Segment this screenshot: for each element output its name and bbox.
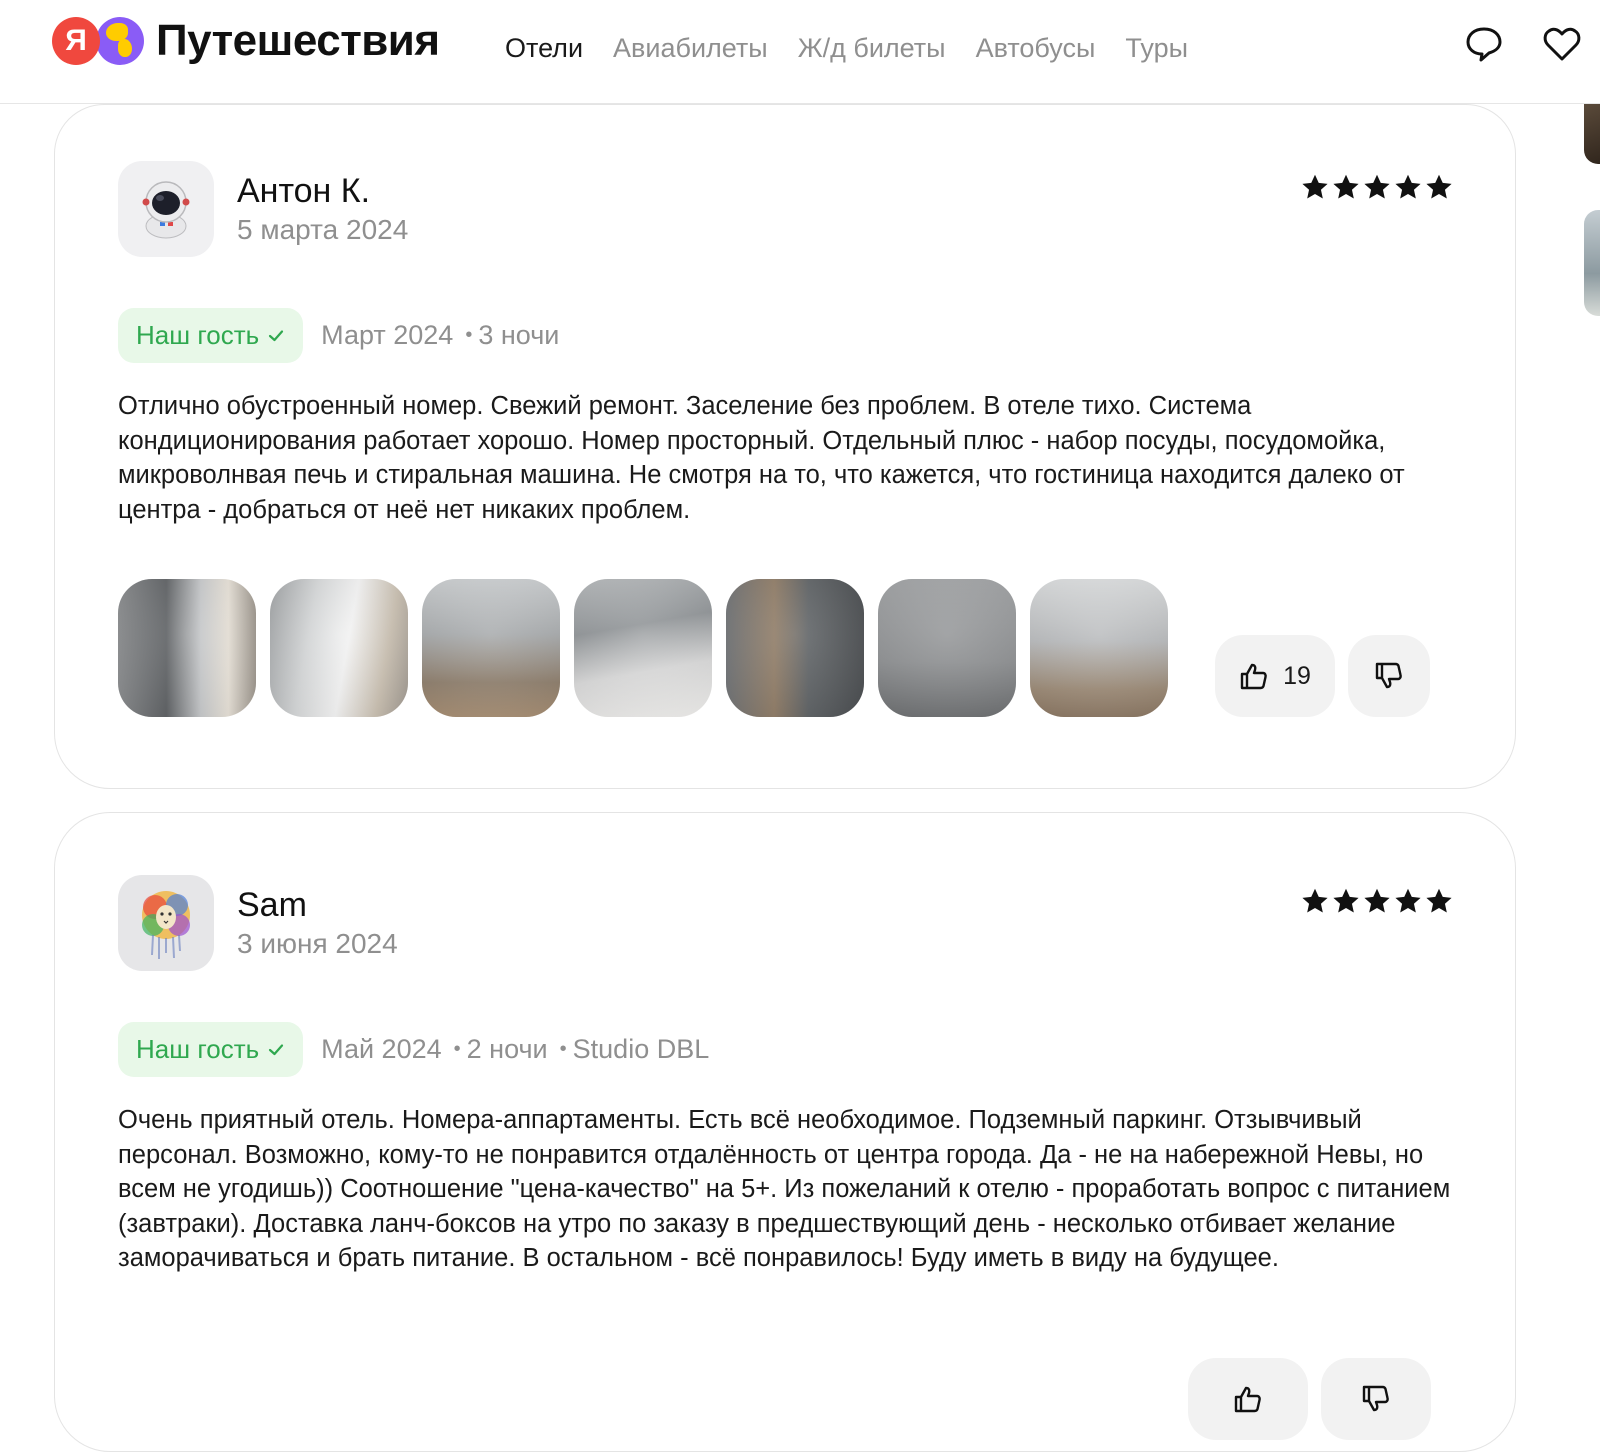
- heart-icon[interactable]: [1542, 24, 1582, 64]
- check-icon: [269, 329, 284, 341]
- review-card: Антон К. 5 марта 2024 Наш гость Март 202…: [54, 104, 1516, 789]
- review-photo[interactable]: [270, 579, 408, 717]
- star-icon: [1364, 174, 1390, 199]
- stay-nights: 2 ночи: [466, 1034, 548, 1064]
- star-icon: [1333, 174, 1359, 199]
- stay-date: Март 2024: [321, 320, 454, 350]
- separator-dot: •: [465, 324, 473, 346]
- guest-badge-label: Наш гость: [136, 320, 260, 350]
- avatar: [118, 161, 214, 257]
- separator-dot: •: [453, 1038, 461, 1060]
- thumbs-up-icon: [1240, 663, 1267, 690]
- side-gallery-thumbnail[interactable]: [1584, 104, 1600, 164]
- stay-date: Май 2024: [321, 1034, 442, 1064]
- star-icon: [1426, 888, 1452, 913]
- nav-flights[interactable]: Авиабилеты: [613, 30, 768, 66]
- thumbs-down-icon: [1362, 1385, 1389, 1412]
- review-date: 3 июня 2024: [237, 928, 398, 959]
- star-icon: [1333, 888, 1359, 913]
- thumbs-down-icon: [1375, 662, 1402, 689]
- header-actions: [1464, 24, 1582, 64]
- dislike-button[interactable]: [1321, 1358, 1431, 1440]
- review-author[interactable]: Sam: [237, 885, 307, 925]
- top-header: Я Путешествия Отели Авиабилеты Ж/д билет…: [0, 0, 1600, 104]
- review-author[interactable]: Антон К.: [237, 171, 370, 211]
- guest-badge[interactable]: Наш гость: [118, 1022, 304, 1077]
- review-photo[interactable]: [574, 579, 712, 717]
- review-photo[interactable]: [118, 579, 256, 717]
- nav-tours[interactable]: Туры: [1125, 30, 1188, 66]
- thumbs-up-icon: [1234, 1386, 1261, 1413]
- rating-stars: [1301, 887, 1453, 915]
- check-icon: [269, 1043, 284, 1055]
- room-type: Studio DBL: [572, 1034, 710, 1064]
- stay-info: Наш гость Март 2024 • 3 ночи: [118, 308, 559, 363]
- star-icon: [1302, 888, 1328, 913]
- rating-stars: [1301, 173, 1453, 201]
- nav-trains[interactable]: Ж/д билеты: [798, 30, 946, 66]
- review-text: Отлично обустроенный номер. Свежий ремон…: [118, 392, 1405, 524]
- dislike-button[interactable]: [1348, 635, 1430, 717]
- stay-nights: 3 ночи: [478, 320, 560, 350]
- guest-badge[interactable]: Наш гость: [118, 308, 304, 363]
- review-photos: [118, 579, 1168, 717]
- review-card: Sam 3 июня 2024 Наш гость Май 2024 • 2 н…: [54, 812, 1516, 1452]
- star-icon: [1302, 174, 1328, 199]
- like-count: 19: [1283, 661, 1311, 690]
- star-icon: [1426, 174, 1452, 199]
- review-photo[interactable]: [1030, 579, 1168, 717]
- avatar: [118, 875, 214, 971]
- review-photo[interactable]: [878, 579, 1016, 717]
- logo-text: Путешествия: [156, 16, 440, 65]
- site-logo[interactable]: Я Путешествия: [52, 17, 440, 65]
- globe-logo-icon: [96, 17, 144, 65]
- yandex-logo-icon: Я: [52, 17, 100, 65]
- nav-hotels[interactable]: Отели: [505, 30, 583, 66]
- chat-icon[interactable]: [1464, 24, 1504, 64]
- guest-badge-label: Наш гость: [136, 1034, 260, 1064]
- like-button[interactable]: [1188, 1358, 1308, 1440]
- nav-buses[interactable]: Автобусы: [976, 30, 1096, 66]
- stay-info: Наш гость Май 2024 • 2 ночи • Studio DBL: [118, 1022, 709, 1077]
- like-button[interactable]: 19: [1215, 635, 1335, 717]
- main-nav: Отели Авиабилеты Ж/д билеты Автобусы Тур…: [505, 30, 1188, 66]
- side-gallery-thumbnail[interactable]: [1584, 210, 1600, 316]
- star-icon: [1395, 888, 1421, 913]
- star-icon: [1364, 888, 1390, 913]
- review-date: 5 марта 2024: [237, 214, 409, 245]
- review-photo[interactable]: [726, 579, 864, 717]
- review-photo[interactable]: [422, 579, 560, 717]
- review-text: Очень приятный отель. Номера-аппартамент…: [118, 1106, 1451, 1272]
- star-icon: [1395, 174, 1421, 199]
- colorful-lion-icon: [142, 891, 190, 959]
- separator-dot: •: [559, 1038, 567, 1060]
- astronaut-icon: [142, 181, 190, 239]
